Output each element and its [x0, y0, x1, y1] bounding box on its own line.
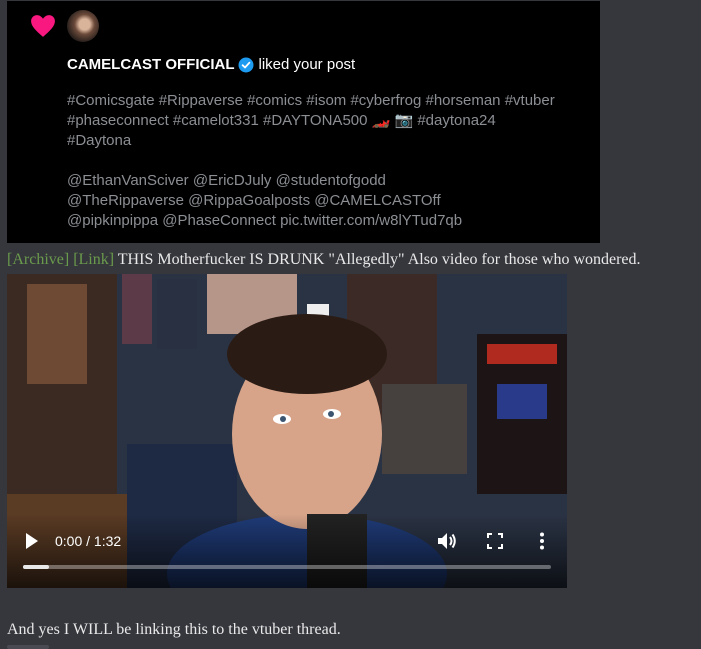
- video-time: 0:00 / 1:32: [55, 533, 122, 549]
- tweet-line: @EthanVanSciver @EricDJuly @studentofgod…: [67, 172, 386, 189]
- volume-icon[interactable]: [437, 532, 457, 550]
- play-icon[interactable]: [25, 532, 39, 550]
- avatar[interactable]: [67, 10, 99, 42]
- tweet-text: #Comicsgate #Rippaverse #comics #isom #c…: [67, 91, 592, 231]
- video-player[interactable]: 0:00 / 1:32: [7, 274, 567, 588]
- verified-badge-icon: [238, 57, 254, 72]
- source-link[interactable]: [Link]: [73, 251, 114, 268]
- reaction-bar[interactable]: [7, 645, 49, 649]
- archive-link[interactable]: [Archive]: [7, 251, 69, 268]
- notification-action: liked your post: [258, 56, 356, 73]
- tweet-line: #Daytona: [67, 132, 132, 149]
- account-name[interactable]: CAMELCAST OFFICIAL: [67, 56, 234, 73]
- tweet-spacer: [67, 151, 592, 171]
- fullscreen-icon[interactable]: [487, 533, 503, 549]
- tweet-line: @pipkinpippa @PhaseConnect pic.twitter.c…: [67, 212, 463, 229]
- like-notification-card[interactable]: CAMELCAST OFFICIAL liked your post #Comi…: [7, 1, 600, 243]
- tweet-line: #Comicsgate #Rippaverse #comics #isom #c…: [67, 92, 555, 109]
- post-text: THIS Motherfucker IS DRUNK "Allegedly" A…: [117, 251, 641, 268]
- notification-headline: CAMELCAST OFFICIAL liked your post: [67, 56, 355, 73]
- footer-text: And yes I WILL be linking this to the vt…: [7, 621, 341, 638]
- tweet-line: @TheRippaverse @RippaGoalposts @CAMELCAS…: [67, 192, 441, 209]
- video-progress-fill: [23, 565, 50, 569]
- post-text-line: [Archive] [Link] THIS Motherfucker IS DR…: [7, 251, 641, 269]
- tweet-line: #phaseconnect #camelot331 #DAYTONA500 🏎️…: [67, 112, 496, 129]
- video-progress-bar[interactable]: [23, 565, 551, 569]
- more-options-icon[interactable]: [539, 532, 545, 550]
- heart-icon: [31, 15, 55, 37]
